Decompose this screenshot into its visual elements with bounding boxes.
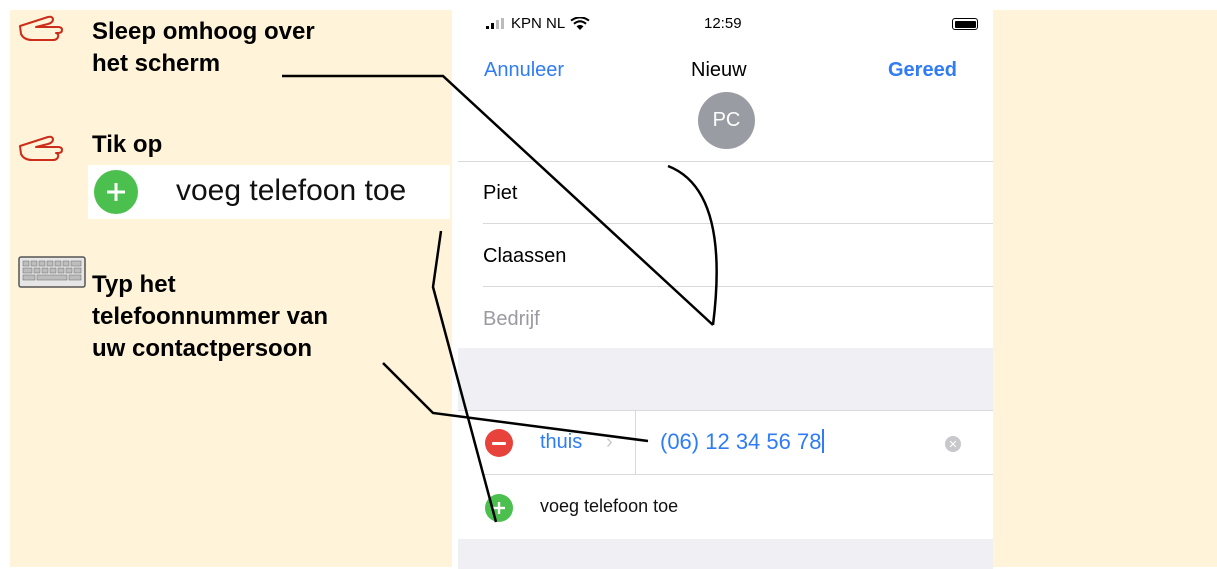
wifi-icon xyxy=(570,16,590,30)
right-margin-panel xyxy=(993,10,1217,567)
avatar-initials: PC xyxy=(712,109,741,131)
carrier: KPN NL xyxy=(486,15,590,32)
bottom-gap xyxy=(458,539,993,569)
clear-icon[interactable]: ✕ xyxy=(945,436,961,452)
status-bar: KPN NL 12:59 xyxy=(458,10,993,40)
done-button[interactable]: Gereed xyxy=(888,59,957,82)
phone-type-label[interactable]: thuis xyxy=(540,431,582,454)
step1-line1: Sleep omhoog over xyxy=(92,18,315,45)
add-phone-button[interactable]: voeg telefoon toe xyxy=(540,496,678,517)
add-phone-demo-label: voeg telefoon toe xyxy=(176,174,407,207)
nav-title: Nieuw xyxy=(691,59,747,81)
chevron-right-icon: › xyxy=(606,431,613,453)
keyboard-icon xyxy=(18,256,86,288)
add-phone-demo: voeg telefoon toe xyxy=(88,165,450,219)
delete-phone-button[interactable] xyxy=(485,429,513,457)
first-name-field[interactable]: Piet xyxy=(483,182,517,205)
pointing-hand-icon xyxy=(19,15,63,41)
step2-text: Tik op xyxy=(92,131,163,158)
add-phone-plus-icon[interactable] xyxy=(485,494,513,522)
step1-line2: het scherm xyxy=(92,50,221,77)
pointing-hand-icon xyxy=(19,135,63,161)
signal-icon xyxy=(486,18,504,29)
plus-icon xyxy=(94,170,138,214)
text-cursor xyxy=(822,429,825,453)
carrier-name: KPN NL xyxy=(511,15,566,32)
phone-number-value: (06) 12 34 56 78 xyxy=(660,429,822,454)
avatar[interactable]: PC xyxy=(698,92,755,149)
company-field[interactable]: Bedrijf xyxy=(483,308,540,331)
instruction-panel xyxy=(10,10,452,567)
step3-line1: Typ het xyxy=(92,271,176,298)
section-gap xyxy=(458,348,993,410)
cancel-button[interactable]: Annuleer xyxy=(484,59,564,82)
last-name-field[interactable]: Claassen xyxy=(483,245,566,268)
phone-number-input[interactable]: (06) 12 34 56 78 xyxy=(660,429,825,455)
step3-line3: uw contactpersoon xyxy=(92,335,313,362)
phone-screen: KPN NL 12:59 Annuleer Nieuw Gereed PC Pi… xyxy=(458,10,993,569)
status-time: 12:59 xyxy=(704,15,742,32)
step3-line2: telefoonnummer van xyxy=(92,303,329,330)
battery-icon xyxy=(952,18,978,30)
